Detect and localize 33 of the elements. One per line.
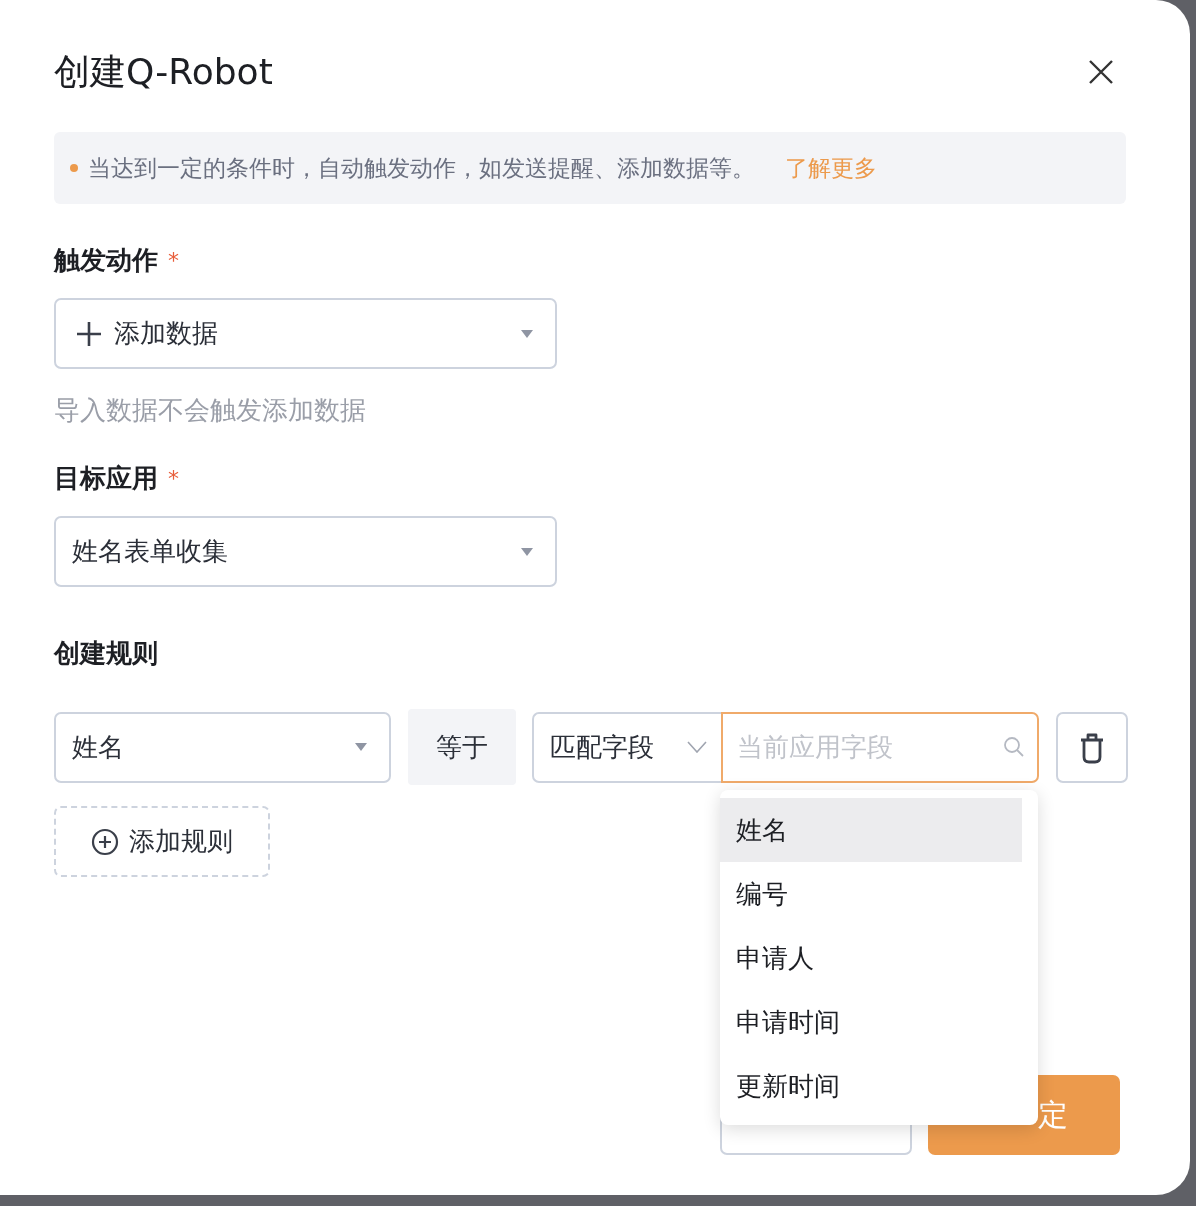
dialog-title: 创建Q-Robot bbox=[54, 49, 273, 94]
hint-text: 导入数据不会触发添加数据 bbox=[54, 394, 366, 427]
field-label: 目标应用 bbox=[54, 461, 158, 495]
section-label: 创建规则 bbox=[54, 636, 158, 670]
chevron-icon bbox=[687, 741, 707, 753]
required-mark: * bbox=[168, 247, 179, 273]
dropdown-option[interactable]: 申请时间 bbox=[720, 990, 1022, 1054]
bullet-icon bbox=[70, 164, 78, 172]
field-label: 触发动作 bbox=[54, 243, 158, 277]
add-rule-button[interactable]: 添加规则 bbox=[54, 806, 270, 877]
close-icon[interactable] bbox=[1088, 59, 1114, 85]
caret-icon bbox=[355, 743, 367, 751]
required-mark: * bbox=[168, 465, 179, 491]
field-select[interactable]: 姓名 bbox=[54, 711, 391, 783]
dropdown-option[interactable]: 编号 bbox=[720, 862, 1022, 926]
notice-text: 当达到一定的条件时，自动触发动作，如发送提醒、添加数据等。 bbox=[88, 153, 755, 183]
operator-label: 等于 bbox=[408, 709, 516, 785]
dropdown-option[interactable]: 申请人 bbox=[720, 926, 1022, 990]
caret-icon bbox=[521, 547, 533, 556]
select-value: 姓名表单收集 bbox=[72, 535, 229, 568]
trigger-action-select[interactable]: 添加数据 bbox=[54, 298, 557, 369]
delete-button[interactable] bbox=[1056, 711, 1128, 783]
plus-icon bbox=[76, 320, 102, 347]
select-value: 姓名 bbox=[72, 730, 125, 764]
dropdown-option[interactable]: 姓名 bbox=[720, 798, 1022, 862]
select-value: 添加数据 bbox=[114, 317, 219, 350]
select-value: 匹配字段 bbox=[550, 730, 655, 764]
dropdown-option[interactable]: 更新时间 bbox=[720, 1054, 1022, 1118]
plus-circle-icon bbox=[91, 827, 119, 856]
target-app-select[interactable]: 姓名表单收集 bbox=[54, 516, 557, 587]
search-icon bbox=[1003, 735, 1025, 758]
field-search-input[interactable]: 当前应用字段 bbox=[721, 711, 1039, 783]
caret-icon bbox=[521, 329, 533, 338]
